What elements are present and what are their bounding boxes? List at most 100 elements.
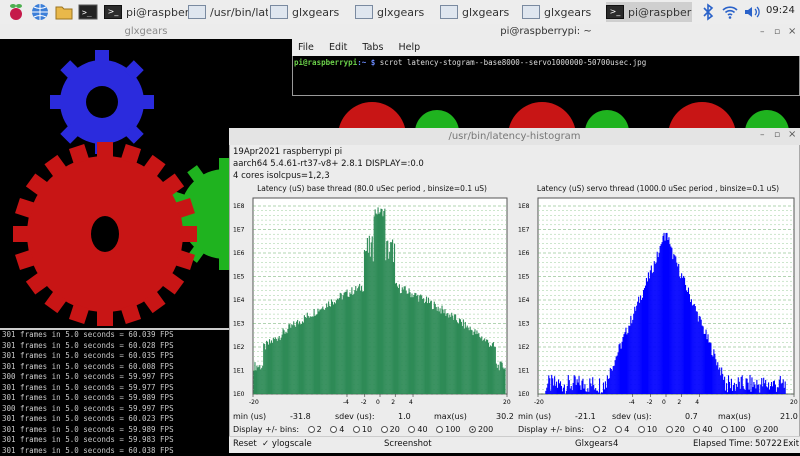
bin-label: 10 [362, 425, 372, 434]
task-glxgears-4[interactable]: glxgears [522, 2, 602, 22]
right-sdev-value: 0.7 [685, 412, 698, 421]
menu-edit[interactable]: Edit [329, 40, 347, 56]
task-glxgears-1[interactable]: glxgears [270, 2, 350, 22]
task-label: glxgears [292, 6, 339, 19]
console-line: 301 frames in 5.0 seconds = 59.989 FPS [2, 393, 230, 404]
left-bin-radio-200[interactable] [469, 426, 476, 433]
histogram-window-title[interactable]: /usr/bin/latency-histogram [229, 128, 800, 145]
right-bin-radio-200[interactable] [754, 426, 761, 433]
left-max-label: max(us) [434, 412, 467, 421]
right-bins-label: Display +/- bins: [518, 425, 584, 434]
right-bin-radio-100[interactable] [721, 426, 728, 433]
right-bin-radio-40[interactable] [693, 426, 700, 433]
y-tick-label: 1E3 [518, 321, 530, 328]
right-histogram-plot: 1E81E71E61E51E41E31E21E11E0-20-4-202420 [516, 194, 800, 412]
y-tick-label: 1E7 [233, 227, 245, 234]
left-sdev-label: sdev (us): [335, 412, 375, 421]
right-plot-title: Latency (uS) servo thread (1000.0 uSec p… [516, 184, 800, 193]
exit-button[interactable]: Exit [783, 439, 799, 449]
left-bin-radio-4[interactable] [330, 426, 337, 433]
console-line: 301 frames in 5.0 seconds = 60.028 FPS [2, 341, 230, 352]
left-bin-radio-2[interactable] [308, 426, 315, 433]
x-tick-label: 4 [409, 399, 413, 406]
volume-icon[interactable] [742, 2, 762, 22]
task-label: /usr/bin/late... [210, 6, 268, 19]
maximize-icon[interactable]: ▫ [774, 27, 780, 37]
x-tick-label: 2 [391, 399, 395, 406]
menu-tabs[interactable]: Tabs [362, 40, 383, 56]
task-glxgears-3[interactable]: glxgears [440, 2, 520, 22]
hist-maximize-icon[interactable]: ▫ [774, 130, 780, 140]
y-tick-label: 1E1 [233, 368, 245, 375]
task-label: pi@raspberrypi: ~ [126, 6, 196, 19]
right-bin-radio-20[interactable] [666, 426, 673, 433]
task-terminal-active[interactable]: >_pi@raspberryp... [606, 2, 692, 22]
info-cores: 4 cores isolcpus=1,2,3 [233, 171, 330, 181]
elapsed-value: 50722 [755, 439, 782, 449]
console-line: 301 frames in 5.0 seconds = 60.039 FPS [2, 330, 230, 341]
web-browser-icon[interactable] [30, 2, 50, 22]
menu-help[interactable]: Help [398, 40, 420, 56]
x-tick-label: -4 [343, 399, 349, 406]
left-bins-label: Display +/- bins: [233, 425, 299, 434]
bin-label: 20 [390, 425, 400, 434]
x-tick-label: -20 [249, 399, 259, 406]
left-bin-radio-20[interactable] [381, 426, 388, 433]
terminal-icon: >_ [104, 5, 122, 19]
elapsed-label: Elapsed Time: [693, 439, 753, 449]
red-gear [13, 142, 197, 326]
glxgears-button[interactable]: Glxgears [575, 439, 613, 449]
left-bin-radio-10[interactable] [353, 426, 360, 433]
glxgears-count[interactable]: 4 [613, 439, 618, 449]
task-label: pi@raspberryp... [628, 6, 692, 19]
raspberry-menu-icon[interactable] [6, 2, 26, 22]
bluetooth-icon[interactable] [698, 2, 718, 22]
bin-label: 200 [763, 425, 778, 434]
x-tick-label: 20 [503, 399, 511, 406]
ylogscale-label: ylogscale [272, 439, 312, 449]
console-line: 300 frames in 5.0 seconds = 59.997 FPS [2, 404, 230, 415]
console-line: 301 frames in 5.0 seconds = 59.989 FPS [2, 425, 230, 436]
console-line: 300 frames in 5.0 seconds = 59.997 FPS [2, 372, 230, 383]
task-label: glxgears [544, 6, 591, 19]
gears-window-title[interactable]: glxgears [0, 24, 292, 39]
minimize-icon[interactable]: – [760, 27, 765, 37]
wifi-icon[interactable] [720, 2, 740, 22]
hist-minimize-icon[interactable]: – [760, 130, 765, 140]
bin-label: 100 [445, 425, 460, 434]
left-min-value: -31.8 [290, 412, 311, 421]
left-plot-title: Latency (uS) base thread (80.0 uSec peri… [231, 184, 513, 193]
hist-close-icon[interactable]: × [788, 129, 796, 140]
checkmark-icon: ✓ [262, 439, 269, 449]
y-tick-label: 1E0 [233, 391, 245, 398]
ylogscale-checkbox[interactable]: ✓ ylogscale [262, 439, 312, 449]
y-tick-label: 1E0 [518, 391, 530, 398]
right-bin-radio-4[interactable] [615, 426, 622, 433]
file-manager-icon[interactable] [54, 2, 74, 22]
right-min-label: min (us) [518, 412, 551, 421]
x-tick-label: 0 [376, 399, 380, 406]
console-line: 301 frames in 5.0 seconds = 60.038 FPS [2, 446, 230, 456]
taskbar: >_ >_pi@raspberrypi: ~ /usr/bin/late... … [0, 0, 800, 25]
task-terminal[interactable]: >_ pi@raspberrypi: ~ [104, 2, 196, 22]
task-glxgears-2[interactable]: glxgears [355, 2, 435, 22]
right-bin-radio-2[interactable] [593, 426, 600, 433]
left-histogram-plot: 1E81E71E61E51E41E31E21E11E0-20-4-202420 [231, 194, 513, 412]
right-min-value: -21.1 [575, 412, 596, 421]
x-tick-label: -2 [361, 399, 367, 406]
reset-button[interactable]: Reset [233, 439, 257, 449]
info-kernel: aarch64 5.4.61-rt37-v8+ 2.8.1 DISPLAY=:0… [233, 159, 424, 169]
left-max-value: 30.2 [496, 412, 514, 421]
menu-file[interactable]: File [298, 40, 314, 56]
right-bin-radio-10[interactable] [638, 426, 645, 433]
task-latency-histogram[interactable]: /usr/bin/late... [188, 2, 268, 22]
x-tick-label: 4 [695, 399, 699, 406]
left-bin-radio-40[interactable] [408, 426, 415, 433]
terminal-title[interactable]: pi@raspberrypi: ~ [292, 24, 800, 40]
terminal-launcher-icon[interactable]: >_ [78, 2, 98, 22]
terminal-command-line[interactable]: pi@raspberrypi:~ $ scrot latency-stogram… [294, 58, 646, 67]
close-icon[interactable]: × [788, 26, 796, 37]
y-tick-label: 1E2 [233, 344, 245, 351]
screenshot-button[interactable]: Screenshot [384, 439, 432, 449]
left-bin-radio-100[interactable] [436, 426, 443, 433]
